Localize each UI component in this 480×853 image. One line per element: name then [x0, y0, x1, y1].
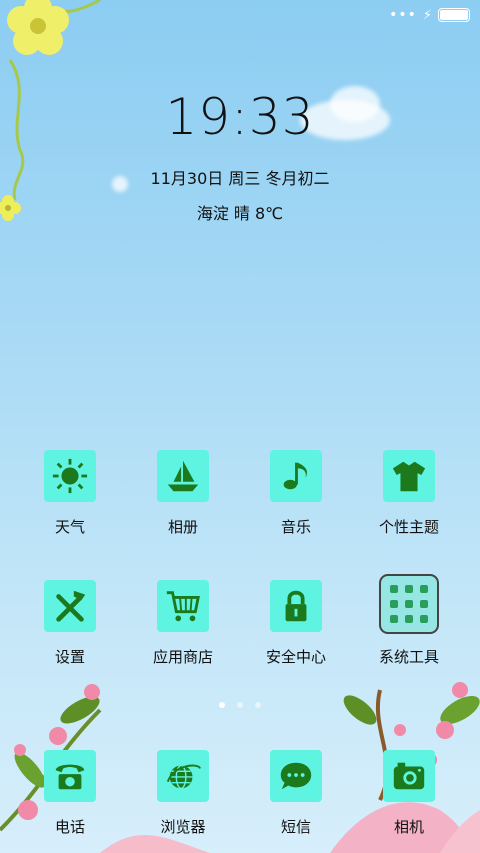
app-weather[interactable]: 天气 — [15, 450, 125, 537]
app-label: 电话 — [54, 818, 85, 836]
status-bar: ••• ⚡ — [389, 6, 470, 24]
sun-icon — [52, 458, 88, 494]
app-messages[interactable]: 短信 — [241, 750, 351, 837]
page-indicator — [0, 702, 480, 708]
app-music[interactable]: 音乐 — [241, 450, 351, 537]
sailboat-icon — [167, 460, 199, 492]
app-label: 短信 — [280, 818, 311, 836]
app-camera[interactable]: 相机 — [354, 750, 464, 837]
camera-icon — [393, 762, 425, 790]
date-text: 11月30日 周三 冬月初二 — [150, 169, 330, 188]
globe-icon — [166, 764, 202, 790]
page-dot[interactable] — [237, 702, 243, 708]
app-system-tools-folder[interactable]: 系统工具 — [354, 574, 464, 667]
app-phone[interactable]: 电话 — [15, 750, 125, 837]
app-security[interactable]: 安全中心 — [241, 580, 351, 667]
app-gallery[interactable]: 相册 — [128, 450, 238, 537]
app-label: 个性主题 — [378, 518, 439, 536]
app-browser[interactable]: 浏览器 — [128, 750, 238, 837]
app-label: 相册 — [167, 518, 198, 536]
clock-time[interactable]: 19:33 — [0, 88, 480, 146]
app-label: 应用商店 — [152, 648, 213, 666]
folder-icon — [379, 574, 439, 634]
app-label: 浏览器 — [160, 818, 206, 836]
app-label: 相机 — [393, 818, 424, 836]
shopping-cart-icon — [166, 591, 200, 622]
music-note-icon — [283, 462, 307, 490]
phone-icon — [55, 764, 85, 790]
app-themes[interactable]: 个性主题 — [354, 450, 464, 537]
app-label: 设置 — [54, 648, 85, 666]
app-label: 音乐 — [280, 518, 311, 536]
page-dot[interactable] — [255, 702, 261, 708]
app-store[interactable]: 应用商店 — [128, 580, 238, 667]
message-icon — [280, 762, 312, 790]
weather-text[interactable]: 海淀 晴 8℃ — [0, 200, 480, 224]
lock-icon — [285, 590, 307, 622]
bolt-icon: ⚡ — [422, 7, 432, 23]
app-label: 安全中心 — [265, 648, 326, 666]
tools-icon — [56, 590, 86, 622]
battery-icon — [438, 8, 470, 22]
page-dot[interactable] — [219, 702, 225, 708]
app-settings[interactable]: 设置 — [15, 580, 125, 667]
dots-icon: ••• — [389, 7, 417, 23]
app-label: 天气 — [54, 518, 85, 536]
tshirt-icon — [392, 461, 426, 492]
app-label: 系统工具 — [378, 648, 439, 666]
